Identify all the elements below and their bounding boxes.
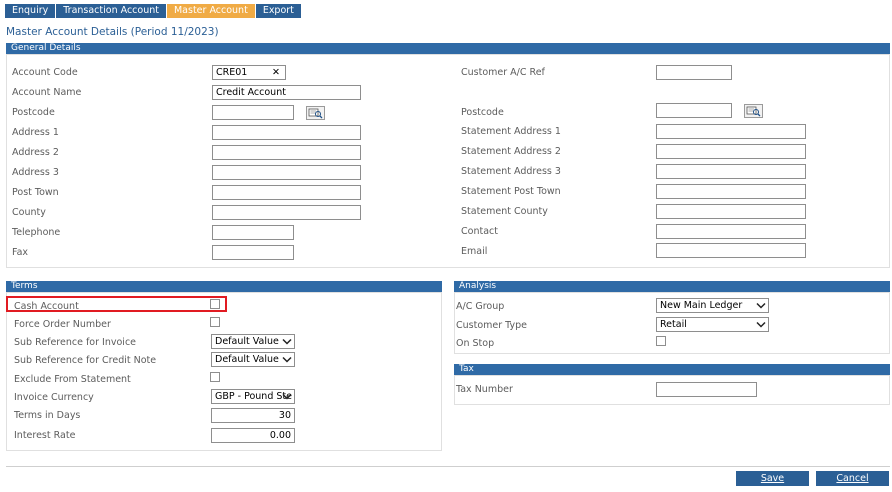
sub-ref-credit-value: Default Value (215, 354, 279, 365)
statement-postcode-lookup-button[interactable] (744, 104, 763, 118)
sub-ref-credit-label: Sub Reference for Credit Note (14, 355, 157, 366)
footer-divider (6, 466, 890, 467)
cash-account-checkbox[interactable] (210, 299, 220, 309)
exclude-statement-label: Exclude From Statement (14, 374, 131, 385)
address2-input[interactable] (212, 145, 361, 160)
sub-ref-invoice-select[interactable]: Default Value (211, 334, 295, 349)
account-code-input[interactable]: CRE01 ✕ (212, 65, 286, 80)
statement-address1-label: Statement Address 1 (461, 126, 561, 137)
statement-county-label: Statement County (461, 206, 548, 217)
account-name-input[interactable]: Credit Account (212, 85, 361, 100)
statement-address1-input[interactable] (656, 124, 806, 139)
customer-type-label: Customer Type (456, 320, 527, 331)
chevron-down-icon (282, 356, 292, 363)
on-stop-checkbox[interactable] (656, 336, 666, 346)
ac-group-value: New Main Ledger (660, 300, 743, 311)
force-order-checkbox[interactable] (210, 317, 220, 327)
terms-days-input[interactable]: 30 (211, 408, 295, 423)
exclude-statement-checkbox[interactable] (210, 372, 220, 382)
tab-export[interactable]: Export (255, 4, 301, 18)
statement-post-town-label: Statement Post Town (461, 186, 561, 197)
address2-label: Address 2 (12, 147, 59, 158)
tax-header: Tax (454, 364, 890, 375)
statement-post-town-input[interactable] (656, 184, 806, 199)
fax-input[interactable] (212, 245, 294, 260)
statement-address3-input[interactable] (656, 164, 806, 179)
invoice-currency-label: Invoice Currency (14, 392, 94, 403)
interest-rate-input[interactable]: 0.00 (211, 428, 295, 443)
sub-ref-credit-select[interactable]: Default Value (211, 352, 295, 367)
statement-address3-label: Statement Address 3 (461, 166, 561, 177)
force-order-label: Force Order Number (14, 319, 111, 330)
lookup-icon (746, 106, 761, 117)
chevron-down-icon (756, 321, 766, 328)
terms-header: Terms (6, 281, 442, 292)
statement-address2-input[interactable] (656, 144, 806, 159)
interest-rate-label: Interest Rate (14, 430, 76, 441)
tab-enquiry[interactable]: Enquiry (5, 4, 56, 18)
terms-days-label: Terms in Days (14, 410, 81, 421)
top-tabs: Enquiry Transaction Account Master Accou… (5, 4, 302, 18)
customer-ref-input[interactable] (656, 65, 732, 80)
postcode-input[interactable] (212, 105, 294, 120)
fax-label: Fax (12, 247, 29, 258)
general-details-header: General Details (6, 43, 890, 54)
contact-input[interactable] (656, 224, 806, 239)
lookup-icon (308, 108, 323, 119)
sub-ref-invoice-value: Default Value (215, 336, 279, 347)
tab-transaction-account[interactable]: Transaction Account (56, 4, 166, 18)
clear-icon[interactable]: ✕ (272, 66, 280, 79)
customer-type-select[interactable]: Retail (656, 317, 769, 332)
invoice-currency-select[interactable]: GBP - Pound Ste (211, 389, 295, 404)
address3-label: Address 3 (12, 167, 59, 178)
cash-account-label: Cash Account (14, 301, 79, 312)
statement-postcode-label: Postcode (461, 107, 504, 118)
telephone-label: Telephone (12, 227, 61, 238)
email-label: Email (461, 246, 488, 257)
contact-label: Contact (461, 226, 498, 237)
telephone-input[interactable] (212, 225, 294, 240)
statement-postcode-input[interactable] (656, 103, 732, 118)
postcode-label: Postcode (12, 107, 55, 118)
statement-county-input[interactable] (656, 204, 806, 219)
on-stop-label: On Stop (456, 338, 495, 349)
address1-input[interactable] (212, 125, 361, 140)
tax-number-input[interactable] (656, 382, 757, 397)
save-button[interactable]: Save (736, 471, 809, 486)
account-name-label: Account Name (12, 87, 82, 98)
address1-label: Address 1 (12, 127, 59, 138)
chevron-down-icon (282, 338, 292, 345)
analysis-header: Analysis (454, 281, 890, 292)
customer-ref-label: Customer A/C Ref (461, 67, 545, 78)
chevron-down-icon (282, 393, 292, 400)
sub-ref-invoice-label: Sub Reference for Invoice (14, 337, 137, 348)
page-title: Master Account Details (Period 11/2023) (6, 26, 219, 38)
county-input[interactable] (212, 205, 361, 220)
account-code-label: Account Code (12, 67, 78, 78)
chevron-down-icon (756, 302, 766, 309)
ac-group-select[interactable]: New Main Ledger (656, 298, 769, 313)
statement-address2-label: Statement Address 2 (461, 146, 561, 157)
post-town-input[interactable] (212, 185, 361, 200)
county-label: County (12, 207, 46, 218)
postcode-lookup-button[interactable] (306, 106, 325, 120)
tax-number-label: Tax Number (456, 384, 513, 395)
email-input[interactable] (656, 243, 806, 258)
invoice-currency-value: GBP - Pound Ste (215, 391, 292, 402)
ac-group-label: A/C Group (456, 301, 505, 312)
customer-type-value: Retail (660, 319, 687, 330)
tab-master-account[interactable]: Master Account (166, 4, 255, 18)
address3-input[interactable] (212, 165, 361, 180)
post-town-label: Post Town (12, 187, 59, 198)
cancel-button[interactable]: Cancel (816, 471, 889, 486)
account-code-value: CRE01 (216, 67, 248, 78)
